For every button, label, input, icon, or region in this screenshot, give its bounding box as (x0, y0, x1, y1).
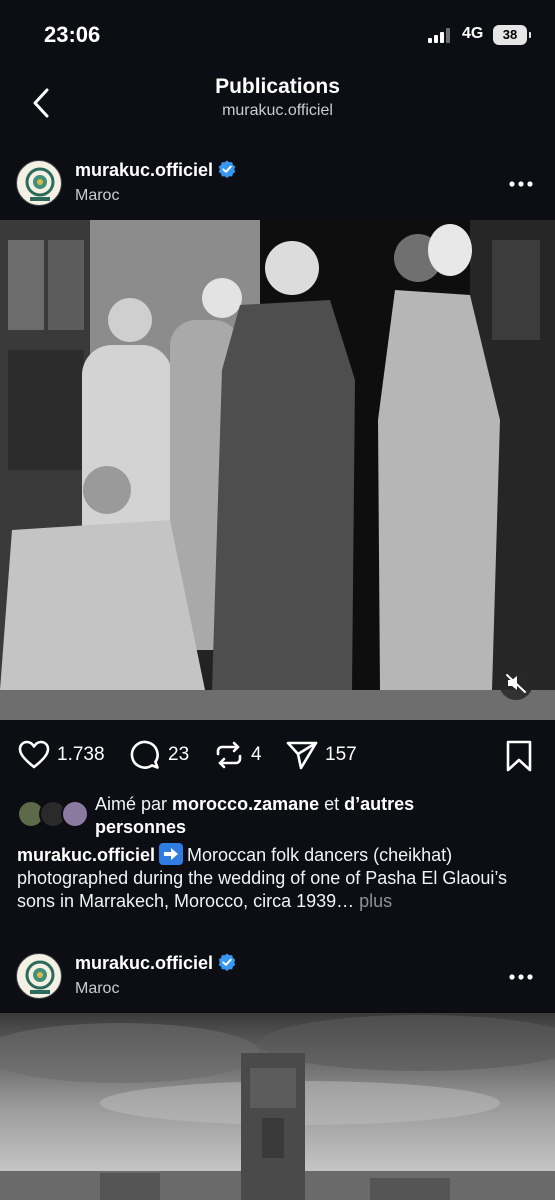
network-type: 4G (462, 25, 484, 42)
photo-image (0, 220, 555, 720)
paper-plane-icon (286, 741, 318, 770)
page-title: Publications (215, 75, 340, 98)
liked-avatars (17, 800, 93, 830)
username-text: murakuc.officiel (75, 160, 214, 180)
heart-icon (18, 740, 50, 769)
caption-username[interactable]: murakuc.officiel (17, 845, 155, 865)
share-button[interactable]: 157 (286, 739, 357, 771)
verified-badge-icon (218, 953, 236, 971)
like-count: 1.738 (57, 744, 105, 765)
save-button[interactable] (505, 740, 533, 772)
avatar[interactable] (16, 160, 62, 206)
more-options-button[interactable] (503, 170, 539, 198)
comment-icon (130, 740, 159, 769)
avatar[interactable] (16, 953, 62, 999)
post-username[interactable]: murakuc.officiel (75, 953, 236, 974)
post-caption: murakuc.officiel Moroccan folk dancers (c… (17, 843, 537, 913)
like-button[interactable]: 1.738 (18, 739, 105, 771)
speaker-muted-icon (506, 674, 526, 693)
verified-badge-icon (218, 160, 236, 178)
post-photo[interactable] (0, 220, 555, 720)
liked-joiner: et (324, 794, 340, 814)
signal-icon (428, 27, 454, 43)
post-location[interactable]: Maroc (75, 187, 119, 205)
post-location[interactable]: Maroc (75, 980, 119, 998)
more-dots-icon (509, 974, 533, 980)
repost-button[interactable]: 4 (214, 739, 262, 771)
top-nav: Publications murakuc.officiel (0, 70, 555, 140)
post-actions: 1.738 23 4 157 (0, 725, 555, 785)
mute-button[interactable] (499, 666, 533, 700)
avatar (61, 800, 89, 828)
post-header: murakuc.officiel Maroc (0, 152, 555, 222)
repost-icon (216, 741, 242, 769)
liked-user[interactable]: morocco.zamane (172, 794, 319, 814)
photo-image (0, 1013, 555, 1200)
page-subtitle: murakuc.officiel (222, 102, 333, 119)
comment-button[interactable]: 23 (130, 739, 189, 771)
more-dots-icon (509, 181, 533, 187)
liked-prefix: Aimé par (95, 794, 168, 814)
status-time: 23:06 (44, 22, 101, 47)
battery-icon: 38 (493, 25, 531, 45)
caption-more-link[interactable]: plus (359, 891, 392, 911)
liked-by-text[interactable]: Aimé par morocco.zamane et d’autres pers… (95, 793, 475, 839)
comment-count: 23 (168, 744, 190, 765)
arrow-right-icon (159, 843, 184, 865)
post-header: murakuc.officiel Maroc (0, 945, 555, 1015)
more-options-button[interactable] (503, 963, 539, 991)
username-text: murakuc.officiel (75, 953, 214, 973)
bookmark-icon (506, 740, 532, 772)
repost-count: 4 (251, 744, 262, 765)
status-bar: 23:06 4G 38 (0, 0, 555, 70)
post-username[interactable]: murakuc.officiel (75, 160, 236, 181)
liked-by-row: Aimé par morocco.zamane et d’autres pers… (0, 792, 555, 842)
post-photo[interactable] (0, 1013, 555, 1200)
share-count: 157 (325, 744, 357, 765)
